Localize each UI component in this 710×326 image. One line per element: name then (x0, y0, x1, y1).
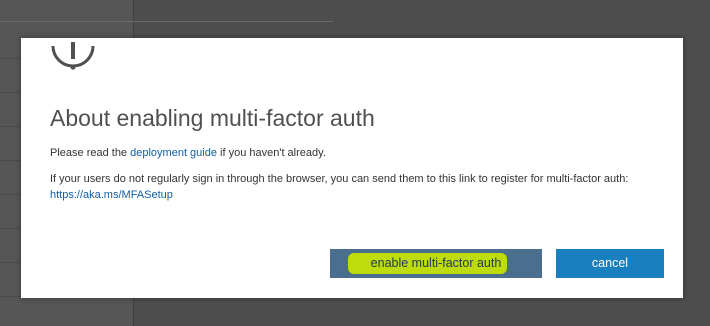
mfa-dialog: About enabling multi-factor auth Please … (21, 38, 683, 298)
registration-text-body: If your users do not regularly sign in t… (50, 173, 629, 185)
cancel-button[interactable]: cancel (556, 249, 664, 278)
exclamation-circle-icon (51, 42, 95, 70)
dialog-title: About enabling multi-factor auth (50, 105, 375, 131)
instruction-text: Please read the deployment guide if you … (50, 147, 670, 159)
instruction-text-before: Please read the (50, 147, 131, 159)
registration-text: If your users do not regularly sign in t… (50, 171, 670, 203)
enable-mfa-button[interactable]: enable multi-factor auth (330, 249, 542, 278)
instruction-text-after: if you haven't already. (216, 147, 326, 159)
background-divider (0, 21, 333, 22)
deployment-guide-link[interactable]: deployment guide (130, 147, 217, 159)
mfa-setup-link[interactable]: https://aka.ms/MFASetup (50, 189, 173, 201)
enable-mfa-button-label: enable multi-factor auth (370, 256, 502, 270)
